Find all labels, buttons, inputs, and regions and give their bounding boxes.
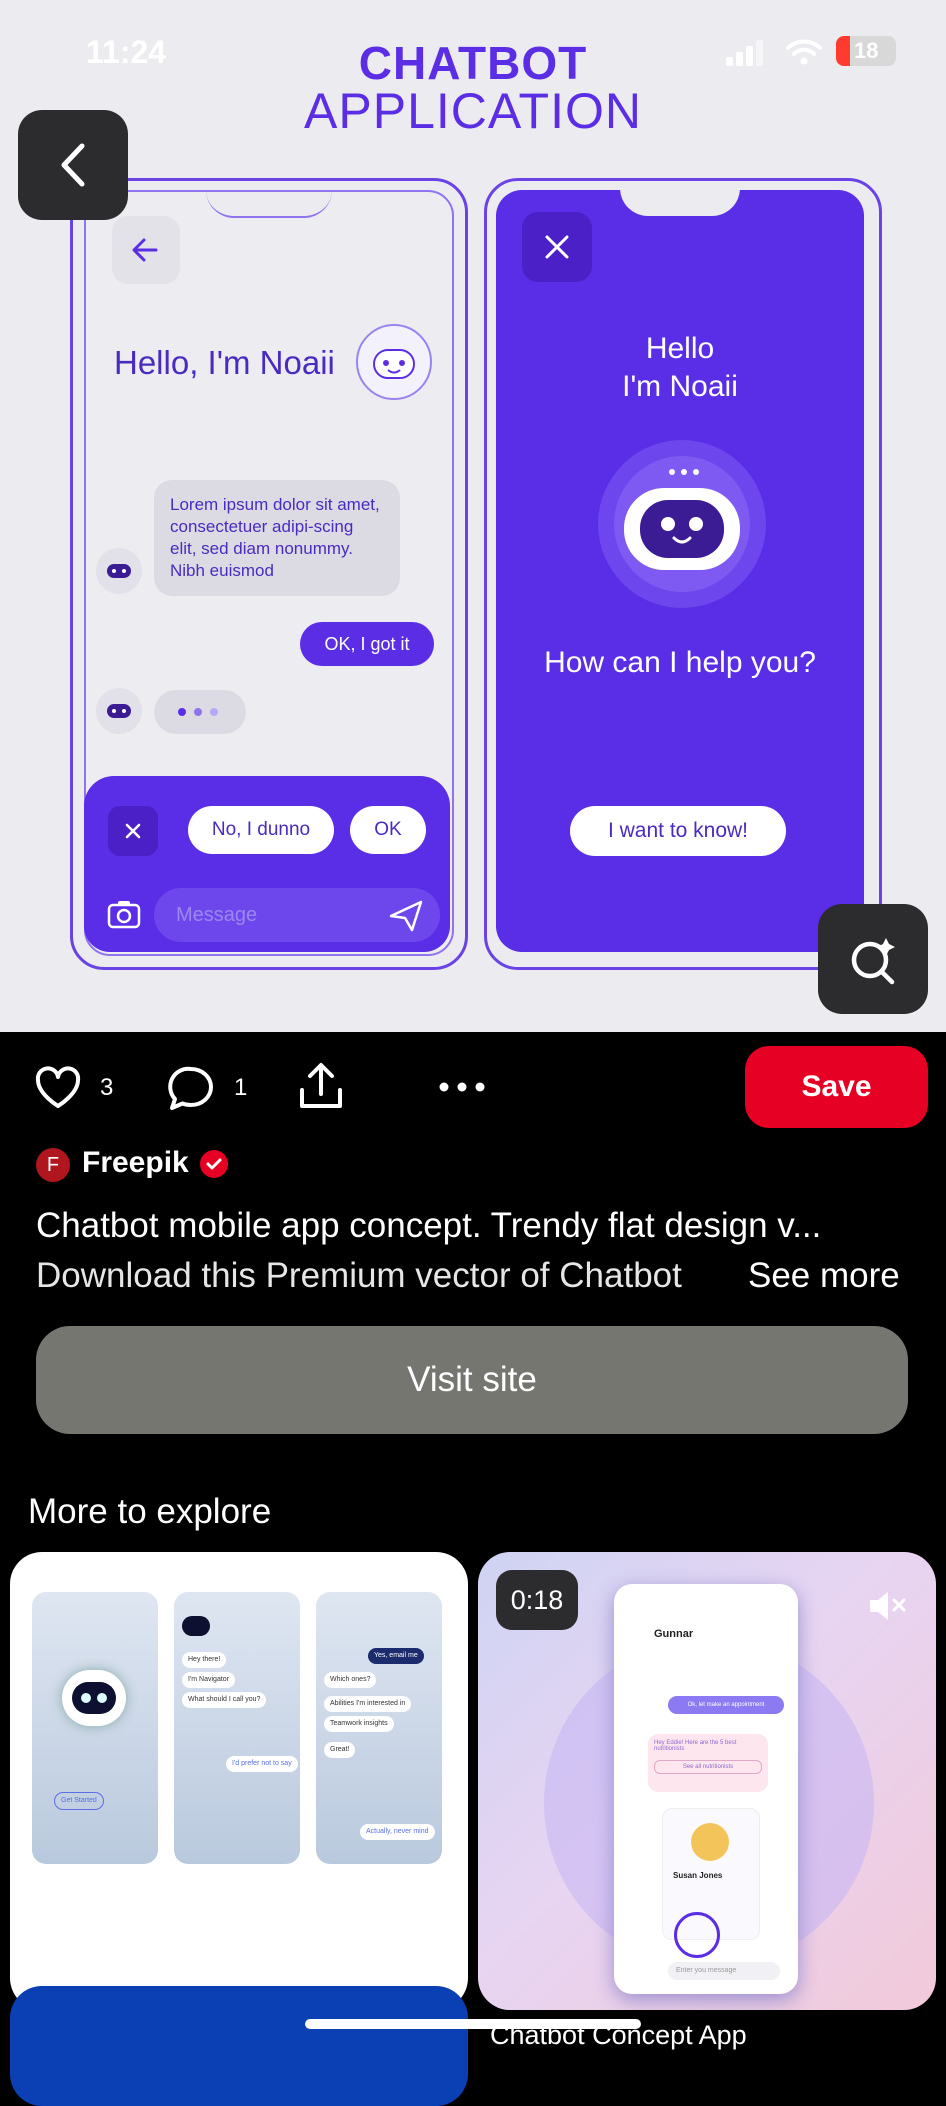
share-icon[interactable] [296,1060,346,1117]
card-phone-2: Hey there! I'm Navigator What should I c… [174,1592,300,1864]
close-icon [522,212,592,282]
chevron-left-icon [61,143,85,187]
quick-reply-no: No, I dunno [188,806,334,854]
tap-indicator [674,1912,720,1958]
send-icon [386,896,426,941]
verified-check-icon [200,1150,228,1178]
visual-search-button[interactable] [818,904,928,1014]
phone-notch [620,190,740,216]
mute-icon[interactable] [866,1588,910,1629]
right-greeting: Hello I'm Noaii [622,332,738,403]
explore-card-3[interactable] [10,1986,468,2106]
see-more-link[interactable]: See more [748,1256,900,1296]
visit-site-button[interactable]: Visit site [36,1326,908,1434]
close-icon [108,806,158,856]
comment-count: 1 [234,1074,248,1101]
like-count: 3 [100,1074,114,1101]
battery-indicator: 18 [836,36,896,66]
source-avatar[interactable]: F [36,1148,70,1182]
phone-notch [206,192,332,218]
get-started-chip: Get Started [54,1792,104,1810]
camera-icon [104,894,144,939]
more-to-explore-heading: More to explore [28,1492,272,1531]
lens-search-icon [851,938,895,985]
user-message-bubble: OK, I got it [300,622,434,666]
card-phone-3: Yes, email me Which ones? Abilities I'm … [316,1592,442,1864]
bot-message-bubble: Lorem ipsum dolor sit amet, consectetuer… [154,480,400,596]
comment-icon[interactable] [166,1064,216,1119]
wifi-icon [786,38,822,71]
bot-avatar-icon [96,548,142,594]
robot-icon [62,1670,126,1726]
explore-card-1-caption[interactable]: 04화 시각적 위계를 활용한 경험... [24,1924,394,1960]
source-name[interactable]: Freepik [82,1146,189,1180]
pin-description: Download this Premium vector of Chatbot [36,1256,682,1295]
more-options-icon[interactable] [438,1080,486,1098]
bot-avatar-icon [96,688,142,734]
quick-reply-ok: OK [350,806,426,854]
card-1-more-icon[interactable] [426,1936,454,1954]
want-to-know-button: I want to know! [570,806,786,856]
help-question: How can I help you? [544,646,816,679]
person-avatar [691,1823,729,1861]
status-time: 11:24 [86,34,167,70]
card-phone-1: Get Started [32,1592,158,1864]
heart-icon[interactable] [34,1066,82,1115]
pin-title: Chatbot mobile app concept. Trendy flat … [36,1206,822,1245]
card-phone: Gunnar Ok, let make an appointment Hey E… [614,1584,798,1994]
home-indicator[interactable] [305,2019,641,2029]
typing-indicator [154,690,246,734]
signal-icon [726,40,764,71]
pin-image[interactable]: CHATBOT APPLICATION Hello, I'm Noaii Lor… [0,0,946,1032]
hero-subtitle: APPLICATION [304,83,642,139]
robot-avatar-icon [356,324,432,400]
arrow-left-icon [112,216,180,284]
save-button[interactable]: Save [745,1046,928,1128]
battery-level: 18 [854,38,879,63]
back-button[interactable] [18,110,128,220]
left-greeting: Hello, I'm Noaii [114,344,335,381]
video-timer: 0:18 [496,1570,578,1630]
